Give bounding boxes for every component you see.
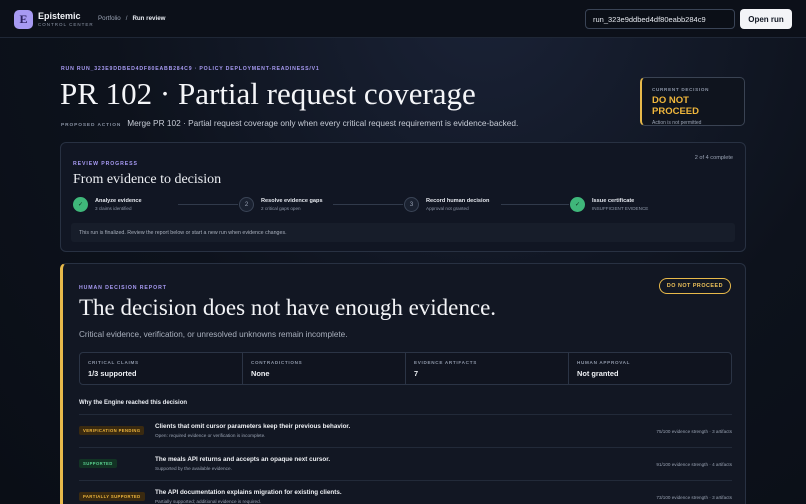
- review-progress-eyebrow: REVIEW PROGRESS: [73, 161, 138, 167]
- claim-meta: 73/100 evidence strength · 3 artifacts: [656, 495, 732, 500]
- status-badge: DO NOT PROCEED: [658, 278, 731, 294]
- review-progress-card: REVIEW PROGRESS 2 of 4 complete From evi…: [60, 142, 746, 252]
- step-subtitle: 2 critical gaps open: [261, 206, 301, 211]
- stat-label: EVIDENCE ARTIFACTS: [414, 360, 477, 365]
- stat-human-approval: HUMAN APPROVAL Not granted: [569, 353, 731, 384]
- claim-subtitle: Open: required evidence or verification …: [155, 433, 266, 438]
- brand-name: Epistemic: [38, 11, 81, 21]
- report-title: The decision does not have enough eviden…: [79, 295, 497, 320]
- claim-meta: 75/100 evidence strength · 3 artifacts: [656, 429, 732, 434]
- step-record-decision: 3 Record human decision Approval not gra…: [404, 197, 489, 212]
- stat-value: 1/3 supported: [88, 369, 137, 378]
- step-analyze-evidence: ✓ Analyze evidence 3 claims identified: [73, 197, 142, 212]
- breadcrumb-current: Run review: [132, 15, 166, 22]
- top-bar: E Epistemic CONTROL CENTER Portfolio / R…: [0, 0, 806, 38]
- check-icon: ✓: [570, 197, 585, 212]
- proposed-action-text: Merge PR 102 · Partial request coverage …: [127, 118, 519, 128]
- progress-steps: ✓ Analyze evidence 3 claims identified 2…: [73, 197, 735, 219]
- stat-evidence-artifacts: EVIDENCE ARTIFACTS 7: [406, 353, 569, 384]
- current-decision-label: CURRENT DECISION: [652, 87, 710, 92]
- claim-subtitle: Partially supported; additional evidence…: [155, 499, 262, 504]
- stat-critical-claims: CRITICAL CLAIMS 1/3 supported: [80, 353, 243, 384]
- breadcrumb: Portfolio / Run review: [98, 15, 165, 22]
- proposed-action-label: PROPOSED ACTION: [61, 123, 122, 128]
- finalized-note: This run is finalized. Review the report…: [71, 223, 735, 242]
- step-subtitle: INSUFFICIENT EVIDENCE: [592, 206, 649, 211]
- review-progress-count: 2 of 4 complete: [694, 155, 733, 161]
- report-subtitle: Critical evidence, verification, or unre…: [79, 330, 348, 339]
- step-title: Issue certificate: [592, 198, 635, 204]
- step-subtitle: Approval not granted: [426, 206, 469, 211]
- claim-subtitle: Supported by the available evidence.: [155, 466, 232, 471]
- step-connector: [501, 204, 569, 205]
- decision-report-card: HUMAN DECISION REPORT DO NOT PROCEED The…: [60, 263, 746, 504]
- stat-value: 7: [414, 369, 419, 378]
- step-subtitle: 3 claims identified: [95, 206, 132, 211]
- check-icon: ✓: [73, 197, 88, 212]
- proposed-action: PROPOSED ACTION Merge PR 102 · Partial r…: [61, 118, 518, 128]
- step-connector: [333, 204, 403, 205]
- stat-label: CONTRADICTIONS: [251, 360, 303, 365]
- claims-list: VERIFICATION PENDING Clients that omit c…: [79, 414, 732, 504]
- page-title: PR 102 · Partial request coverage: [60, 76, 476, 111]
- breadcrumb-portfolio-link[interactable]: Portfolio: [98, 15, 121, 22]
- step-connector: [178, 204, 238, 205]
- open-run-button[interactable]: Open run: [740, 9, 792, 29]
- report-eyebrow: HUMAN DECISION REPORT: [79, 285, 167, 291]
- stat-label: HUMAN APPROVAL: [577, 360, 631, 365]
- step-title: Analyze evidence: [95, 198, 142, 204]
- step-title: Record human decision: [426, 198, 490, 204]
- breadcrumb-separator: /: [125, 15, 128, 22]
- why-heading: Why the Engine reached this decision: [79, 400, 188, 406]
- list-item[interactable]: SUPPORTED The meals API returns and acce…: [79, 447, 732, 480]
- claim-status-tag: PARTIALLY SUPPORTED: [79, 492, 145, 501]
- stat-label: CRITICAL CLAIMS: [88, 360, 139, 365]
- current-decision-card: CURRENT DECISION DO NOT PROCEED Action i…: [640, 77, 745, 126]
- claim-status-tag: VERIFICATION PENDING: [79, 426, 145, 435]
- review-progress-title: From evidence to decision: [73, 172, 222, 187]
- claim-title: The API documentation explains migration…: [155, 489, 342, 496]
- report-stats: CRITICAL CLAIMS 1/3 supported CONTRADICT…: [79, 352, 732, 385]
- list-item[interactable]: PARTIALLY SUPPORTED The API documentatio…: [79, 480, 732, 504]
- stat-contradictions: CONTRADICTIONS None: [243, 353, 406, 384]
- step-number: 2: [239, 197, 254, 212]
- epistemic-logo-icon[interactable]: E: [14, 10, 33, 29]
- run-id-input[interactable]: [585, 9, 735, 29]
- stat-value: None: [251, 369, 270, 378]
- claim-meta: 91/100 evidence strength · 4 artifacts: [656, 462, 732, 467]
- step-number: 3: [404, 197, 419, 212]
- claim-status-tag: SUPPORTED: [79, 459, 117, 468]
- current-decision-sub: Action is not permitted: [652, 120, 702, 126]
- run-eyebrow: RUN RUN_323E9DDBED4DF80EABB284C9 · POLIC…: [61, 66, 320, 72]
- step-resolve-gaps: 2 Resolve evidence gaps 2 critical gaps …: [239, 197, 323, 212]
- claim-title: Clients that omit cursor parameters keep…: [155, 423, 351, 430]
- brand-subtitle: CONTROL CENTER: [38, 22, 94, 27]
- stat-value: Not granted: [577, 369, 619, 378]
- claim-title: The meals API returns and accepts an opa…: [155, 456, 331, 463]
- current-decision-value: DO NOT PROCEED: [652, 95, 699, 117]
- step-issue-certificate: ✓ Issue certificate INSUFFICIENT EVIDENC…: [570, 197, 648, 212]
- list-item[interactable]: VERIFICATION PENDING Clients that omit c…: [79, 414, 732, 447]
- step-title: Resolve evidence gaps: [261, 198, 323, 204]
